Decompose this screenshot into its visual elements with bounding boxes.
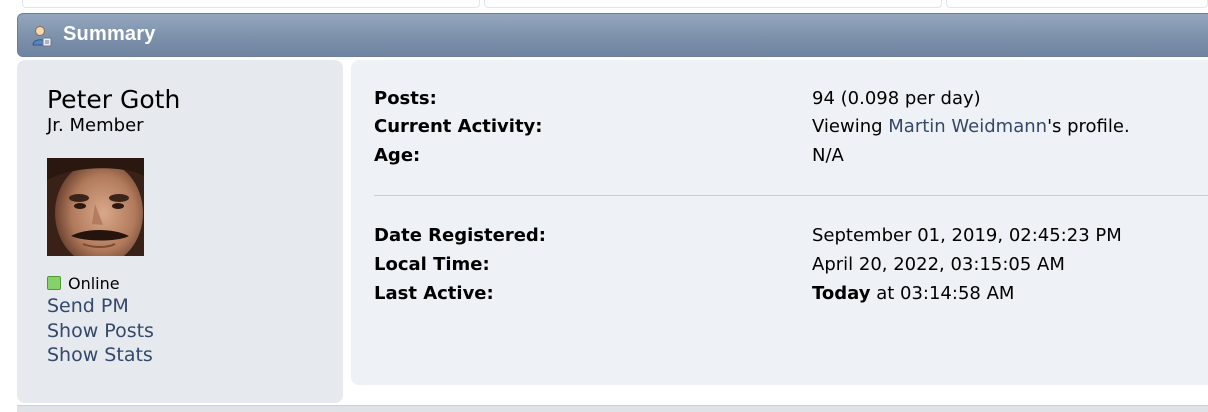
previous-panel-1 (22, 0, 480, 8)
online-indicator-icon (47, 276, 61, 290)
date-registered-label: Date Registered: (374, 225, 546, 246)
posts-label: Posts: (374, 88, 437, 109)
previous-section-remnant (0, 0, 1208, 9)
section-title: Summary (63, 23, 156, 45)
activity-prefix: Viewing (812, 116, 889, 137)
age-value: N/A (812, 145, 844, 166)
send-pm-link[interactable]: Send PM (47, 295, 129, 317)
previous-panel-3 (946, 0, 1208, 8)
viewed-profile-link[interactable]: Martin Weidmann (888, 116, 1047, 137)
current-activity-label: Current Activity: (374, 116, 543, 137)
last-active-time: at 03:14:58 AM (870, 283, 1015, 304)
current-activity-value: Viewing Martin Weidmann's profile. (812, 116, 1130, 137)
show-stats-link[interactable]: Show Stats (47, 344, 153, 366)
last-active-day: Today (812, 283, 871, 304)
last-active-label: Last Active: (374, 283, 494, 304)
last-active-value: Today at 03:14:58 AM (812, 283, 1014, 304)
age-label: Age: (374, 145, 421, 166)
user-title: Jr. Member (47, 115, 144, 136)
previous-panel-2 (484, 0, 942, 8)
local-time-label: Local Time: (374, 254, 490, 275)
profile-details: Posts: 94 (0.098 per day) Current Activi… (351, 60, 1208, 385)
user-summary-icon (32, 25, 52, 47)
posts-value: 94 (0.098 per day) (812, 88, 981, 109)
show-posts-link[interactable]: Show Posts (47, 320, 154, 342)
activity-suffix: 's profile. (1047, 116, 1130, 137)
details-divider (374, 195, 1208, 196)
local-time-value: April 20, 2022, 03:15:05 AM (812, 254, 1065, 275)
date-registered-value: September 01, 2019, 02:45:23 PM (812, 225, 1122, 246)
summary-header-bar: Summary (17, 13, 1208, 57)
online-status-label: Online (68, 273, 120, 293)
user-name: Peter Goth (47, 85, 181, 114)
profile-sidebar: Peter Goth Jr. Member Online Send PM Sho… (17, 60, 343, 403)
avatar (47, 158, 144, 256)
online-status: Online (47, 273, 120, 293)
